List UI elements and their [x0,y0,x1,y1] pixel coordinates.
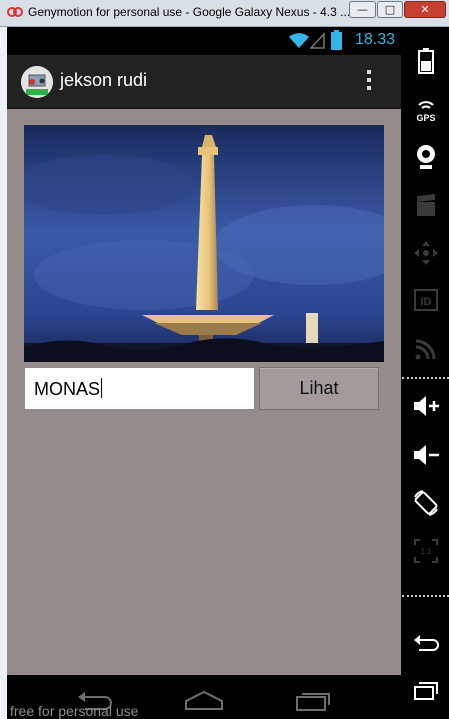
close-icon: ✕ [420,3,430,16]
genymotion-icon [7,7,23,17]
watermark-text: free for personal use [10,703,139,719]
webcam-icon[interactable] [411,142,441,172]
sidebar-separator [402,595,449,597]
maximize-button[interactable]: □ [377,1,403,18]
sidebar-separator [402,377,449,379]
maximize-icon: □ [384,3,396,16]
rotate-icon[interactable] [411,488,441,518]
volume-down-icon[interactable] [411,440,441,470]
app-title: jekson rudi [60,70,148,90]
window-left-border [0,27,7,719]
wifi-icon [289,33,309,48]
minimize-button[interactable]: — [349,1,376,18]
action-bar: jekson rudi [7,55,401,110]
close-button[interactable]: ✕ [404,1,446,18]
genymotion-sidebar: GPS ID 1:1 [402,27,449,719]
minimize-icon: — [357,3,368,16]
monas-image [24,125,384,362]
status-time: 18.33 [354,31,395,48]
nav-recent-apps-icon[interactable] [295,689,333,711]
place-input-value: MONAS [34,378,103,399]
lihat-button[interactable]: Lihat [259,367,379,410]
scale-label: 1:1 [420,547,432,556]
scale-icon[interactable]: 1:1 [411,536,441,566]
cast-icon[interactable] [411,333,441,363]
nav-home-icon[interactable] [183,689,225,711]
overflow-menu-icon[interactable] [364,70,374,96]
battery-icon[interactable] [411,45,441,75]
volume-up-icon[interactable] [411,391,441,421]
dpad-icon[interactable] [411,238,441,268]
battery-status-icon [331,30,342,50]
id-label: ID [421,296,432,308]
clapperboard-icon[interactable] [411,190,441,220]
main-content: MONAS Lihat [7,109,401,675]
gps-label: GPS [416,113,435,123]
id-icon[interactable]: ID [411,285,441,315]
signal-icon [310,32,325,49]
back-icon[interactable] [411,629,441,659]
gps-icon[interactable]: GPS [411,95,441,125]
recent-apps-icon[interactable] [411,677,441,707]
window-titlebar[interactable]: Genymotion for personal use - Google Gal… [0,0,449,27]
app-logo-icon[interactable] [21,66,53,98]
android-status-bar: 18.33 [7,27,401,55]
window-title: Genymotion for personal use - Google Gal… [28,5,351,19]
place-input[interactable]: MONAS [25,368,254,409]
text-cursor [101,378,103,398]
